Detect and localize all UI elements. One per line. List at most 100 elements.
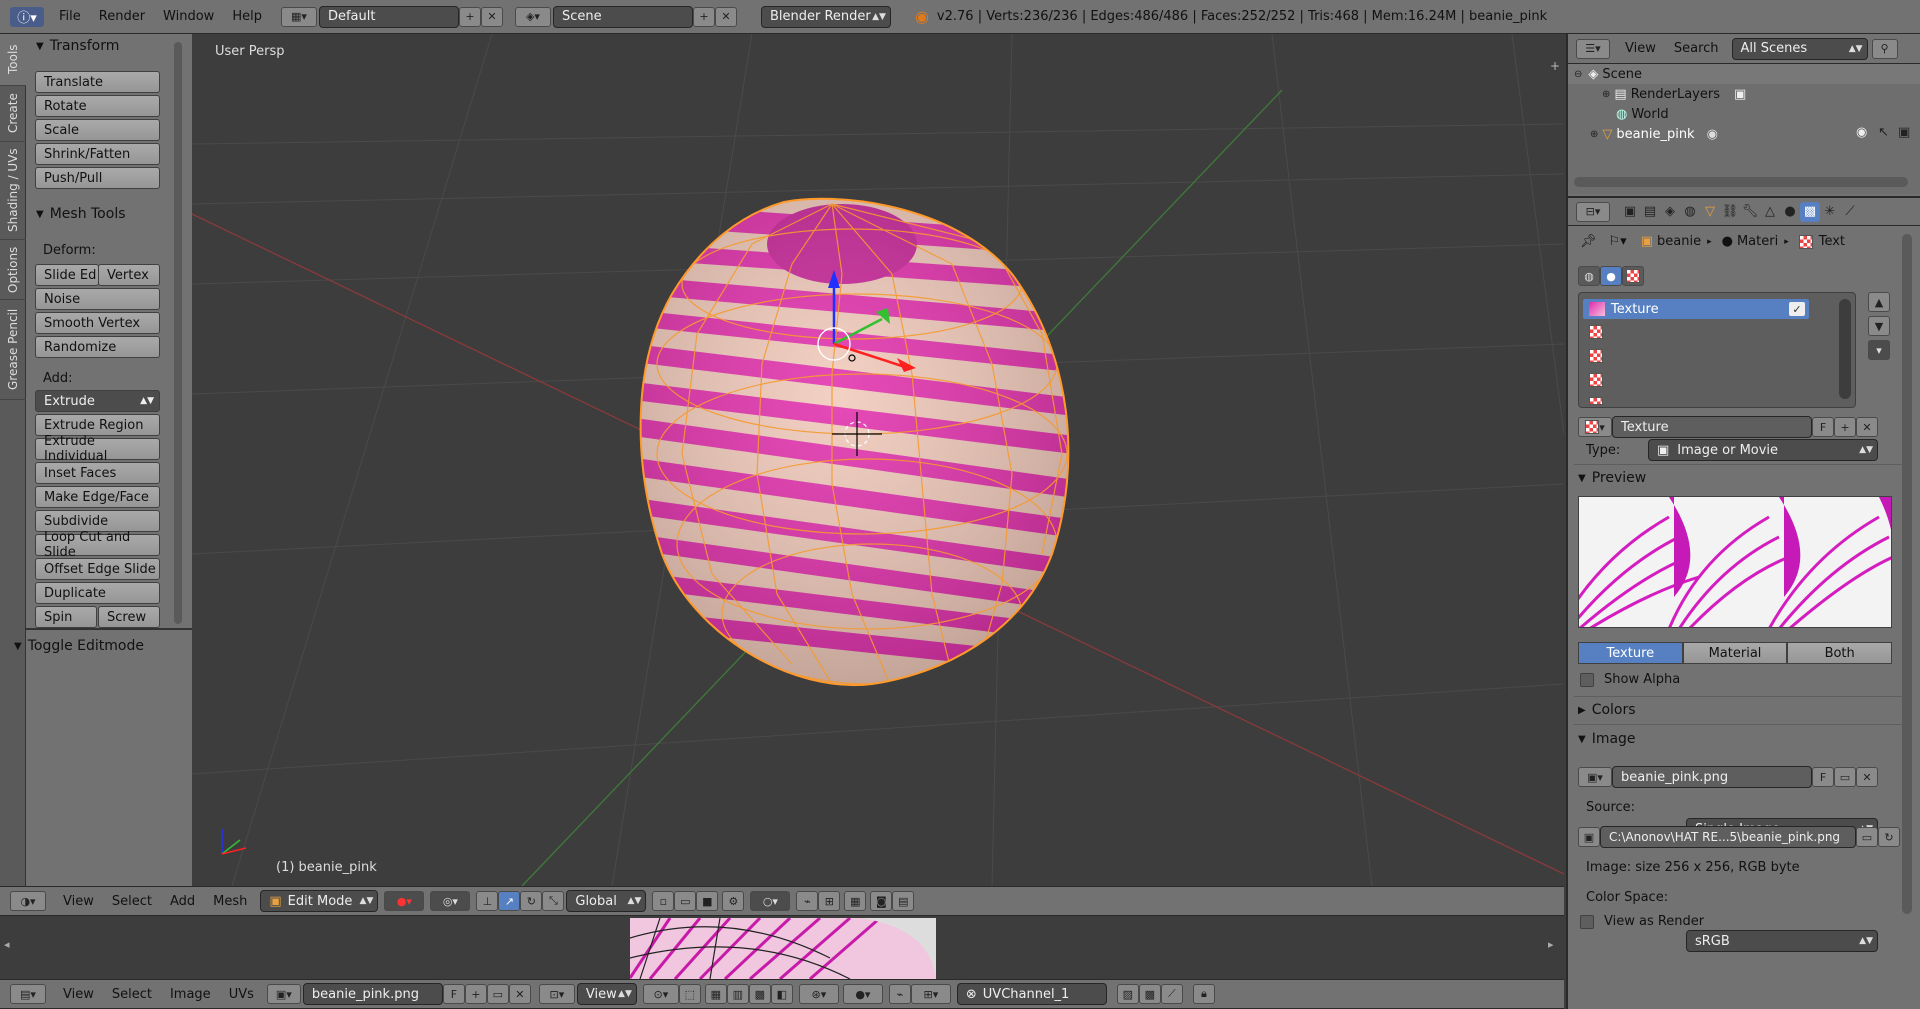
uv-menu-view[interactable]: View: [54, 987, 103, 1002]
world-texture-icon[interactable]: ◍: [1578, 266, 1600, 286]
uv-checker-icon[interactable]: ▨: [1116, 984, 1139, 1004]
layout-selector[interactable]: Default: [318, 5, 459, 28]
render-layers-tab-icon[interactable]: ▤: [1640, 202, 1660, 222]
empty-slot-icon[interactable]: [1589, 373, 1603, 387]
empty-slot-icon[interactable]: [1589, 325, 1603, 339]
tab-tools[interactable]: Tools: [0, 34, 26, 86]
edge-select-icon[interactable]: ▭: [674, 891, 697, 911]
menu-window[interactable]: Window: [154, 9, 223, 24]
area-left-arrow-icon[interactable]: ◂: [4, 938, 10, 951]
move-slot-up-icon[interactable]: ▲: [1868, 292, 1890, 312]
menu-select[interactable]: Select: [103, 894, 161, 909]
modifiers-tab-icon[interactable]: 🔧︎: [1740, 202, 1760, 222]
scale-manipulator-icon[interactable]: ⤡: [542, 891, 565, 911]
tab-preview-texture[interactable]: Texture: [1578, 642, 1683, 664]
scene-selector[interactable]: Scene: [552, 5, 693, 28]
uv-prop-falloff-icon[interactable]: ●▾: [842, 984, 883, 1004]
sticky-selection-icon[interactable]: ⬚: [678, 984, 701, 1004]
slot-specials-icon[interactable]: ▾: [1868, 340, 1890, 360]
editor-type-icon[interactable]: ◑▾: [10, 891, 46, 911]
colorspace-selector[interactable]: sRGB ▲▼: [1686, 930, 1878, 952]
add-layout-button[interactable]: +: [458, 6, 481, 27]
manipulator-toggle-icon[interactable]: ⊥: [476, 891, 499, 911]
extrude-region-button[interactable]: Extrude Region: [35, 414, 160, 436]
inset-faces-button[interactable]: Inset Faces: [35, 462, 160, 484]
editor-type-icon[interactable]: ▤▾: [10, 984, 46, 1004]
menu-help[interactable]: Help: [223, 9, 271, 24]
show-alpha-checkbox[interactable]: [1580, 672, 1594, 687]
material-texture-icon[interactable]: ●: [1600, 266, 1622, 286]
render-animation-icon[interactable]: ▤: [892, 891, 915, 911]
outliner-menu-view[interactable]: View: [1616, 41, 1665, 56]
view-as-render-toggle[interactable]: View as Render: [1580, 914, 1704, 929]
physics-tab-icon[interactable]: ⟋: [1840, 202, 1860, 222]
tab-preview-material[interactable]: Material: [1682, 642, 1788, 664]
smooth-vertex-button[interactable]: Smooth Vertex: [35, 312, 160, 334]
tab-create[interactable]: Create: [0, 86, 26, 142]
tool-shelf-scrollbar[interactable]: [174, 42, 182, 624]
browse-file-icon[interactable]: ▭: [1856, 827, 1878, 847]
pivot-point-icon[interactable]: ◎▾: [430, 891, 471, 911]
translate-button[interactable]: Translate: [35, 71, 160, 93]
tab-preview-both[interactable]: Both: [1787, 642, 1893, 664]
scene-tab-icon[interactable]: ◈: [1660, 202, 1680, 222]
pin-icon[interactable]: 📌︎: [1580, 234, 1597, 249]
outliner-item-scene[interactable]: ⊖ ◈ Scene: [1574, 67, 1642, 82]
screw-button[interactable]: Screw: [98, 606, 160, 628]
texture-fake-user-button[interactable]: F: [1812, 417, 1834, 437]
remove-scene-button[interactable]: ✕: [714, 6, 737, 27]
eye-icon[interactable]: ◉: [1856, 125, 1867, 140]
mesh-tools-panel-header[interactable]: ▼ Mesh Tools: [36, 206, 126, 222]
scene-icon[interactable]: ◈▾: [514, 6, 551, 27]
image-browse-icon[interactable]: ▣▾: [1578, 767, 1612, 787]
uv-snap-element-icon[interactable]: ⊞▾: [910, 984, 951, 1004]
uv-face-select-icon[interactable]: ▩: [748, 984, 771, 1004]
outliner-item-world[interactable]: ◍ World: [1616, 107, 1669, 122]
texture-tab-icon[interactable]: ▩: [1800, 201, 1820, 222]
vertex-slide-button[interactable]: Vertex: [98, 264, 160, 286]
image-fake-user-button[interactable]: F: [1812, 767, 1834, 787]
preview-panel-header[interactable]: ▼ Preview: [1578, 470, 1646, 486]
outliner-menu-search[interactable]: Search: [1665, 41, 1728, 56]
uv-channel-selector[interactable]: ⊗ UVChannel_1: [956, 983, 1107, 1005]
move-slot-down-icon[interactable]: ▼: [1868, 316, 1890, 336]
unlink-image-icon[interactable]: ✕: [508, 984, 531, 1004]
offset-edge-slide-button[interactable]: Offset Edge Slide: [35, 558, 160, 580]
subdivide-button[interactable]: Subdivide: [35, 510, 160, 532]
texture-name-field[interactable]: Texture: [1612, 416, 1812, 438]
render-icon[interactable]: ◙: [870, 891, 893, 911]
image-filepath-field[interactable]: C:\Anonov\HAT RE...5\beanie_pink.png: [1600, 826, 1856, 848]
uv-snap-icon[interactable]: ⌁: [888, 984, 911, 1004]
info-editor-icon[interactable]: ⓘ▾: [10, 6, 44, 27]
constraints-tab-icon[interactable]: ⛓: [1720, 202, 1740, 222]
snap-toggle-icon[interactable]: ⌁: [796, 891, 819, 911]
transform-orientation-selector[interactable]: Global ▲▼: [566, 890, 647, 912]
lock-icon[interactable]: 🔒︎: [1192, 984, 1215, 1004]
uv-menu-uvs[interactable]: UVs: [220, 987, 263, 1002]
outliner-display-mode[interactable]: All Scenes ▲▼: [1731, 37, 1868, 60]
open-image-icon[interactable]: ▭: [486, 984, 509, 1004]
translate-manipulator-icon[interactable]: ↗: [498, 891, 521, 911]
occlude-geometry-icon[interactable]: ⚙: [722, 891, 745, 911]
randomize-button[interactable]: Randomize: [35, 336, 160, 358]
texture-type-selector[interactable]: ▣ Image or Movie ▲▼: [1648, 439, 1878, 461]
render-engine-selector[interactable]: Blender Render ▲▼: [760, 5, 891, 28]
proportional-edit-icon[interactable]: ○▾: [750, 891, 791, 911]
empty-slot-icon[interactable]: [1589, 397, 1603, 405]
snap-element-icon[interactable]: ⊞: [818, 891, 841, 911]
layout-icon[interactable]: ▦▾: [280, 6, 317, 27]
menu-mesh[interactable]: Mesh: [204, 894, 256, 909]
noise-button[interactable]: Noise: [35, 288, 160, 310]
outliner-editor-icon[interactable]: ☰▾: [1576, 38, 1610, 59]
outliner-item-beanie[interactable]: ⊕ ▽ beanie_pink ◉: [1590, 127, 1718, 142]
uv-edge-select-icon[interactable]: ▥: [726, 984, 749, 1004]
fake-user-button[interactable]: F: [442, 984, 465, 1004]
unlink-image-icon[interactable]: ✕: [1856, 767, 1878, 787]
image-selector[interactable]: beanie_pink.png: [302, 983, 443, 1005]
menu-view[interactable]: View: [54, 894, 103, 909]
transform-panel-header[interactable]: ▼ Transform: [36, 38, 119, 54]
texture-browse-icon[interactable]: ▾: [1578, 417, 1612, 437]
rotate-manipulator-icon[interactable]: ↻: [520, 891, 543, 911]
push-pull-button[interactable]: Push/Pull: [35, 167, 160, 189]
spin-button[interactable]: Spin: [35, 606, 97, 628]
